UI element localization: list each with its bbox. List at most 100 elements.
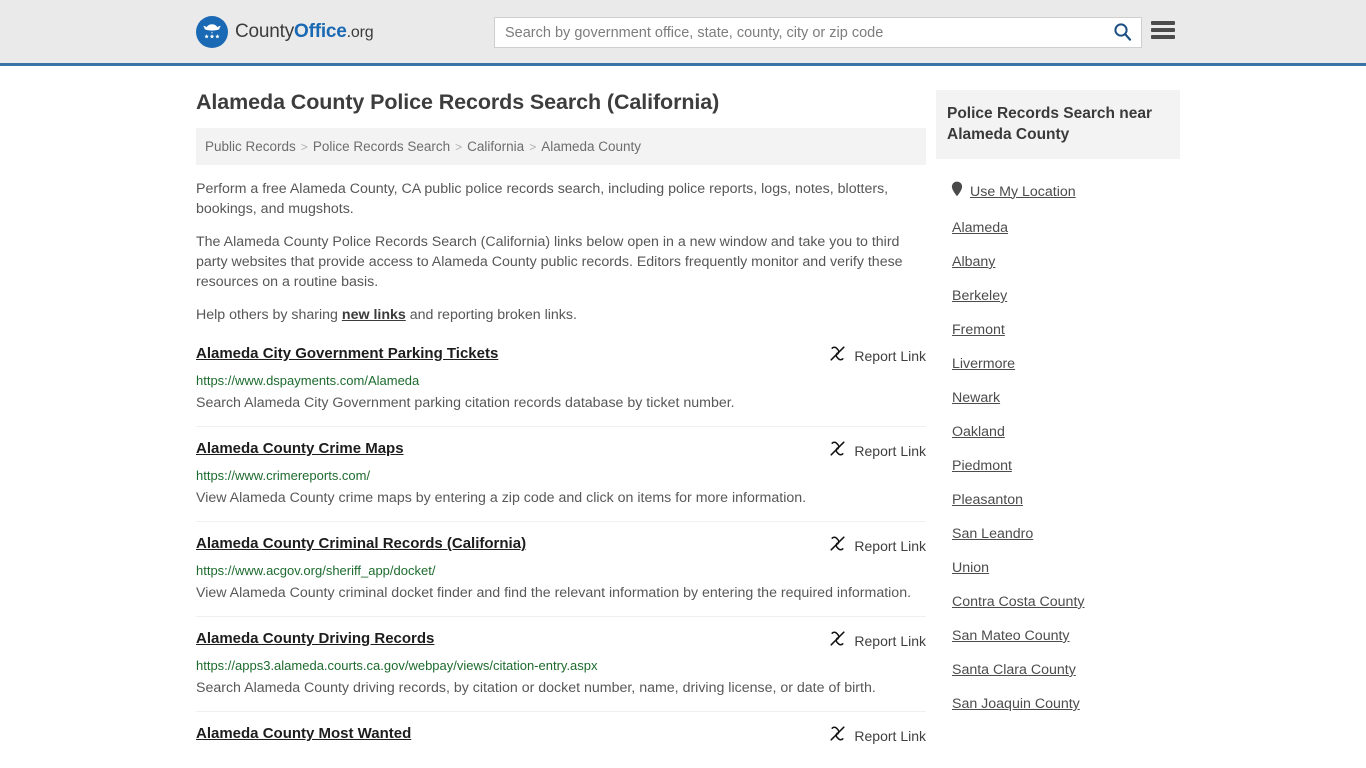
result-title-link[interactable]: Alameda County Crime Maps xyxy=(196,439,404,458)
report-link-label: Report Link xyxy=(854,633,926,649)
sidebar-item-oakland[interactable]: Oakland xyxy=(952,415,1180,449)
breadcrumb-item-police-records-search[interactable]: Police Records Search xyxy=(313,139,450,154)
logo-text-org: .org xyxy=(346,23,374,41)
sidebar-link[interactable]: Oakland xyxy=(952,424,1005,440)
broken-link-icon xyxy=(829,725,846,747)
search-icon xyxy=(1113,22,1132,44)
sidebar: Police Records Search near Alameda Count… xyxy=(936,66,1180,721)
share-text-before: Help others by sharing xyxy=(196,307,342,323)
sidebar-item-albany[interactable]: Albany xyxy=(952,245,1180,279)
sidebar-link[interactable]: Albany xyxy=(952,254,995,270)
broken-link-icon xyxy=(829,535,846,557)
breadcrumb: Public Records > Police Records Search > Cal… xyxy=(196,128,926,165)
result-url[interactable]: https://apps3.alameda.courts.ca.gov/webp… xyxy=(196,658,926,673)
report-link-button[interactable]: Report Link xyxy=(829,629,926,652)
result-title-link[interactable]: Alameda County Criminal Records (Califor… xyxy=(196,534,526,553)
intro-paragraph-3: Help others by sharing new links and rep… xyxy=(196,305,926,325)
sidebar-link[interactable]: Fremont xyxy=(952,322,1005,338)
new-links-link[interactable]: new links xyxy=(342,307,406,323)
sidebar-item-san-mateo-county[interactable]: San Mateo County xyxy=(952,619,1180,653)
page-title: Alameda County Police Records Search (Ca… xyxy=(196,90,720,114)
report-link-button[interactable]: Report Link xyxy=(829,439,926,462)
result-description: View Alameda County criminal docket find… xyxy=(196,585,912,601)
result-item: Alameda County Crime Maps Report Link ht… xyxy=(196,426,926,521)
hamburger-bar-2 xyxy=(1151,28,1175,32)
sidebar-item-union[interactable]: Union xyxy=(952,551,1180,585)
eagle-seal-icon xyxy=(196,15,228,48)
sidebar-item-livermore[interactable]: Livermore xyxy=(952,347,1180,381)
share-text-after: and reporting broken links. xyxy=(405,307,577,323)
sidebar-link[interactable]: Livermore xyxy=(952,356,1015,372)
breadcrumb-separator: > xyxy=(529,140,537,154)
breadcrumb-item-california[interactable]: California xyxy=(467,139,524,154)
hamburger-bar-3 xyxy=(1151,35,1175,39)
report-link-button[interactable]: Report Link xyxy=(829,534,926,557)
broken-link-icon xyxy=(829,440,846,462)
sidebar-link[interactable]: Piedmont xyxy=(952,458,1012,474)
sidebar-link[interactable]: Berkeley xyxy=(952,288,1007,304)
sidebar-item-pleasanton[interactable]: Pleasanton xyxy=(952,483,1180,517)
result-item: Alameda City Government Parking Tickets … xyxy=(196,341,926,426)
report-link-button[interactable]: Report Link xyxy=(829,724,926,747)
sidebar-item-san-joaquin-county[interactable]: San Joaquin County xyxy=(952,687,1180,721)
result-description: Search Alameda County driving records, b… xyxy=(196,680,876,696)
breadcrumb-separator: > xyxy=(455,140,463,154)
search-results-list: Alameda City Government Parking Tickets … xyxy=(196,341,926,758)
sidebar-list: Use My Location Alameda Albany Berkeley … xyxy=(936,172,1180,721)
intro-paragraph-1: Perform a free Alameda County, CA public… xyxy=(196,181,889,217)
sidebar-item-santa-clara-county[interactable]: Santa Clara County xyxy=(952,653,1180,687)
site-logo[interactable]: CountyOffice.org xyxy=(196,15,374,48)
sidebar-item-san-leandro[interactable]: San Leandro xyxy=(952,517,1180,551)
sidebar-link[interactable]: Newark xyxy=(952,390,1000,406)
breadcrumb-separator: > xyxy=(300,140,308,154)
use-my-location-link[interactable]: Use My Location xyxy=(970,184,1076,200)
sidebar-item-contra-costa-county[interactable]: Contra Costa County xyxy=(952,585,1180,619)
breadcrumb-item-public-records[interactable]: Public Records xyxy=(205,139,296,154)
sidebar-link[interactable]: Union xyxy=(952,560,989,576)
sidebar-item-use-my-location[interactable]: Use My Location xyxy=(951,172,1180,211)
sidebar-link[interactable]: Santa Clara County xyxy=(952,662,1076,678)
sidebar-link[interactable]: San Leandro xyxy=(952,526,1033,542)
result-title-link[interactable]: Alameda County Most Wanted xyxy=(196,724,411,743)
broken-link-icon xyxy=(829,630,846,652)
report-link-label: Report Link xyxy=(854,728,926,744)
logo-text-county: County xyxy=(235,20,295,42)
report-link-label: Report Link xyxy=(854,443,926,459)
sidebar-item-berkeley[interactable]: Berkeley xyxy=(952,279,1180,313)
sidebar-link[interactable]: Alameda xyxy=(952,220,1008,236)
sidebar-link[interactable]: San Joaquin County xyxy=(952,696,1080,712)
main-column: Alameda County Police Records Search (Ca… xyxy=(196,66,926,758)
result-item: Alameda County Criminal Records (Califor… xyxy=(196,521,926,616)
site-header: CountyOffice.org xyxy=(0,0,1366,66)
logo-text-office: Office xyxy=(294,20,347,42)
result-description: Search Alameda City Government parking c… xyxy=(196,395,735,411)
search-button[interactable] xyxy=(1103,18,1141,47)
report-link-label: Report Link xyxy=(854,538,926,554)
search-input[interactable] xyxy=(495,18,1103,47)
result-url[interactable]: https://www.acgov.org/sheriff_app/docket… xyxy=(196,563,926,578)
sidebar-link[interactable]: San Mateo County xyxy=(952,628,1070,644)
report-link-button[interactable]: Report Link xyxy=(829,344,926,367)
result-description: View Alameda County crime maps by enteri… xyxy=(196,490,807,506)
breadcrumb-item-alameda-county[interactable]: Alameda County xyxy=(541,139,641,154)
sidebar-item-newark[interactable]: Newark xyxy=(952,381,1180,415)
result-item: Alameda County Most Wanted Report Link xyxy=(196,711,926,758)
sidebar-item-piedmont[interactable]: Piedmont xyxy=(952,449,1180,483)
sidebar-item-fremont[interactable]: Fremont xyxy=(952,313,1180,347)
sidebar-item-alameda[interactable]: Alameda xyxy=(952,211,1180,245)
result-title-link[interactable]: Alameda County Driving Records xyxy=(196,629,434,648)
report-link-label: Report Link xyxy=(854,348,926,364)
result-url[interactable]: https://www.crimereports.com/ xyxy=(196,468,926,483)
site-logo-text: CountyOffice.org xyxy=(235,20,374,43)
sidebar-link[interactable]: Contra Costa County xyxy=(952,594,1084,610)
sidebar-heading: Police Records Search near Alameda Count… xyxy=(936,90,1180,159)
sidebar-link[interactable]: Pleasanton xyxy=(952,492,1023,508)
result-url[interactable]: https://www.dspayments.com/Alameda xyxy=(196,373,926,388)
result-item: Alameda County Driving Records Report Li… xyxy=(196,616,926,711)
hamburger-bar-1 xyxy=(1151,21,1175,25)
search-bar xyxy=(494,17,1142,48)
location-pin-icon xyxy=(951,181,963,202)
page-container: Alameda County Police Records Search (Ca… xyxy=(0,66,1366,758)
hamburger-menu-icon[interactable] xyxy=(1151,19,1175,41)
result-title-link[interactable]: Alameda City Government Parking Tickets xyxy=(196,344,498,363)
